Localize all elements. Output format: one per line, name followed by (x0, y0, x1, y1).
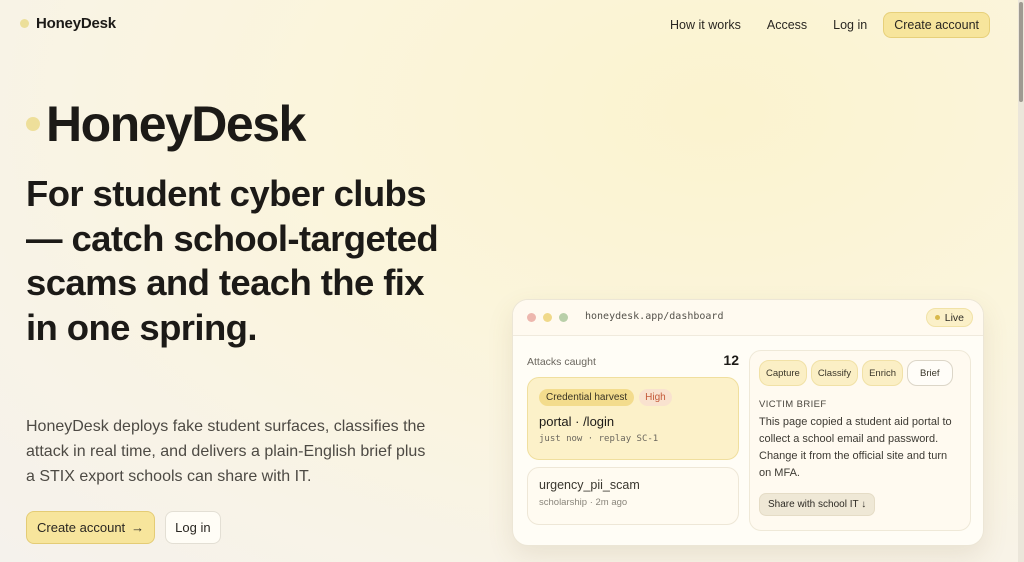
brand-logo[interactable]: HoneyDesk (20, 15, 116, 32)
nav-link-how-it-works[interactable]: How it works (670, 12, 741, 38)
attacks-caught-count: 12 (723, 352, 739, 368)
attack-type-badge: Credential harvest (539, 389, 635, 406)
window-zoom-dot-icon (559, 313, 568, 322)
attack-card-active[interactable]: Credential harvest High portal · /login … (527, 377, 739, 460)
live-status-label: Live (944, 311, 964, 324)
live-status-badge: Live (925, 308, 973, 327)
window-close-dot-icon (527, 313, 536, 322)
hero-title: HoneyDesk (46, 96, 306, 152)
hero-dot-icon (26, 117, 40, 131)
attacks-pane: Attacks caught 12 Credential harvest Hig… (527, 352, 739, 525)
attack-card-meta: just now · replay SC-1 (539, 434, 659, 444)
attack-card-title: portal · /login (539, 414, 615, 429)
tab-brief[interactable]: Brief (907, 360, 953, 386)
tab-enrich[interactable]: Enrich (862, 360, 904, 386)
hero-description: HoneyDesk deploys fake student surfaces,… (26, 418, 426, 485)
window-url: honeydesk.app/dashboard (585, 311, 724, 322)
log-in-button[interactable]: Log in (165, 511, 221, 544)
arrow-right-icon: → (131, 520, 145, 535)
attack-card-title: urgency_pii_scam (539, 478, 640, 492)
dashboard-preview-window: honeydesk.app/dashboard Live Attacks cau… (512, 299, 984, 546)
attacks-header: Attacks caught 12 (527, 352, 739, 368)
pipeline-stage-tabs: Capture Classify Enrich Brief (759, 360, 961, 386)
nav-link-access[interactable]: Access (767, 12, 807, 38)
create-account-button[interactable]: Create account → (26, 511, 156, 544)
brief-pane: Capture Classify Enrich Brief VICTIM BRI… (749, 350, 971, 531)
top-nav-bar: HoneyDesk How it works Access Log in Cre… (0, 0, 1024, 52)
attacks-caught-label: Attacks caught (527, 356, 596, 368)
brand-name: HoneyDesk (36, 15, 116, 32)
main-nav: How it works Access Log in Create accoun… (644, 12, 990, 38)
hero-title-block: HoneyDesk (26, 96, 306, 152)
hero-cta-row: Create account → Log in (26, 511, 221, 544)
nav-create-account-button[interactable]: Create account (883, 12, 990, 38)
share-button-label: Share with school IT ↓ (768, 499, 867, 510)
log-in-label: Log in (175, 520, 211, 535)
page-scrollbar[interactable] (1018, 0, 1024, 562)
hero-headline: For student cyber clubs — catch school-t… (26, 173, 439, 348)
scrollbar-thumb[interactable] (1019, 2, 1023, 102)
attack-card[interactable]: urgency_pii_scam scholarship · 2m ago (527, 467, 739, 525)
tab-classify[interactable]: Classify (810, 360, 859, 386)
share-with-school-it-button[interactable]: Share with school IT ↓ (759, 493, 876, 516)
attack-tags: Credential harvest High (539, 389, 727, 406)
severity-badge: High (639, 389, 672, 406)
window-minimize-dot-icon (543, 313, 552, 322)
window-title-bar: honeydesk.app/dashboard Live (513, 300, 983, 336)
create-account-label: Create account (37, 520, 126, 535)
victim-brief-text: This page copied a student aid portal to… (759, 416, 952, 479)
brand-dot-icon (20, 19, 29, 28)
victim-brief-heading: VICTIM BRIEF (759, 399, 827, 410)
attack-card-meta: scholarship · 2m ago (539, 497, 628, 508)
tab-capture[interactable]: Capture (759, 360, 807, 386)
nav-link-log-in[interactable]: Log in (833, 12, 867, 38)
live-dot-icon (934, 315, 940, 320)
